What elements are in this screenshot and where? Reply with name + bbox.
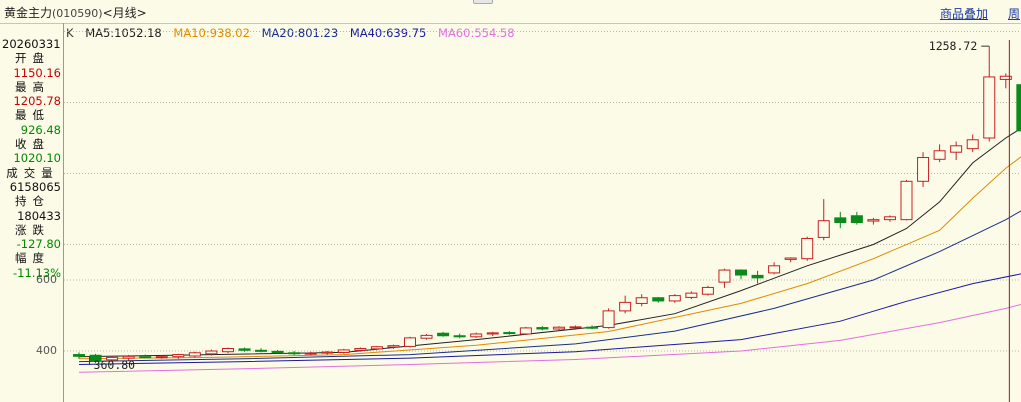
candle-up [635, 297, 648, 304]
candle-up [404, 337, 416, 347]
candle-down [139, 356, 152, 359]
candle-down [1016, 84, 1021, 132]
candle-up [519, 327, 532, 335]
candle-up [867, 219, 880, 222]
candle-down [288, 352, 301, 355]
candle-up [619, 301, 632, 312]
candle-up [387, 345, 400, 348]
candle-up [337, 349, 350, 353]
candle-down [255, 349, 268, 352]
high-label: 1258.72 [929, 39, 977, 53]
candle-up [370, 346, 383, 350]
candle-up [983, 76, 996, 139]
candle-down [453, 335, 466, 338]
candle-up [801, 237, 814, 260]
candle-up [304, 352, 317, 355]
candle-down [73, 354, 85, 357]
candle-down [834, 217, 847, 223]
candle-up [354, 348, 367, 351]
candle-up [569, 326, 582, 329]
candle-up [718, 269, 731, 283]
candle-down [652, 297, 665, 302]
ma-line-ma20 [78, 210, 1021, 363]
candle-up [883, 216, 896, 221]
candlestick-chart[interactable]: 1258.72 360.80 [0, 0, 1021, 402]
candle-down [437, 332, 450, 337]
candle-down [536, 327, 549, 330]
ma-line-ma5 [78, 127, 1021, 358]
candle-down [586, 326, 599, 329]
candle-up [486, 332, 499, 335]
candle-up [155, 356, 168, 359]
ma-line-ma10 [78, 156, 1021, 360]
candle-up [768, 265, 781, 274]
candle-up [552, 326, 565, 330]
candle-up [420, 334, 433, 339]
candle-down [271, 350, 284, 354]
candle-up [784, 257, 797, 260]
candle-down [503, 332, 516, 335]
candle-down [238, 348, 251, 351]
candle-up [701, 286, 714, 295]
candle-up [470, 333, 483, 338]
candle-down [850, 215, 863, 223]
candle-up [817, 220, 830, 238]
candle-up [205, 350, 218, 355]
low-label: 360.80 [94, 358, 136, 372]
candle-down [751, 274, 764, 279]
candle-up [172, 354, 185, 358]
candle-up [602, 310, 615, 329]
candle-up [221, 348, 234, 353]
candle-up [188, 352, 201, 357]
candle-up [900, 180, 913, 221]
candle-up [950, 145, 963, 153]
candle-down [735, 269, 747, 276]
candle-up [685, 292, 698, 298]
candle-up [321, 351, 334, 354]
candle-up [668, 295, 681, 302]
candle-up [966, 139, 979, 150]
candle-up [917, 157, 930, 182]
candle-up [933, 150, 946, 160]
